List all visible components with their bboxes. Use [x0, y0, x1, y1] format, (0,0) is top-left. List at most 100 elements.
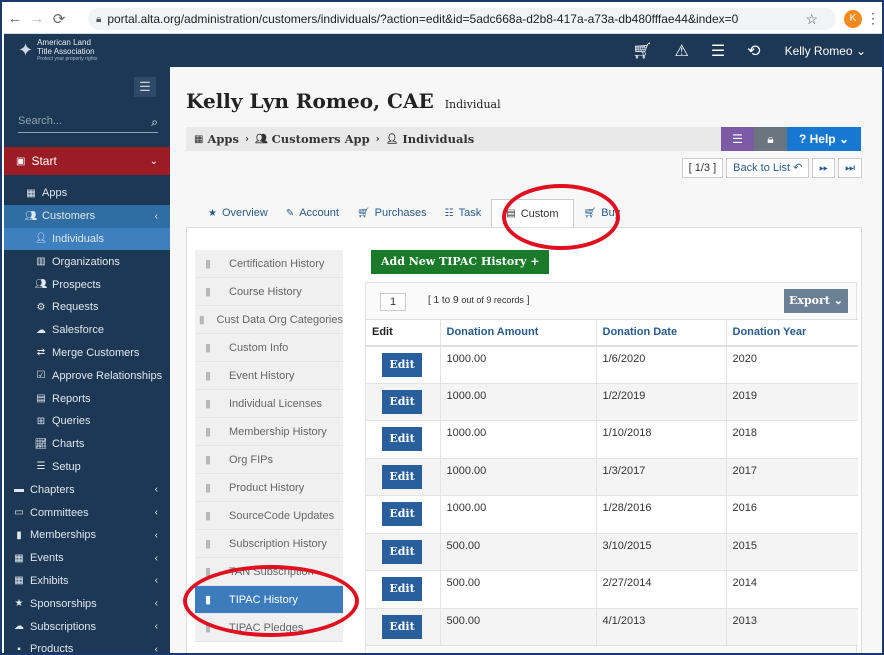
custom-item-tipac-history[interactable]: ▮ TIPAC History [195, 586, 343, 614]
edit-button[interactable]: Edit [382, 389, 422, 414]
search-input[interactable] [18, 115, 136, 127]
history-icon[interactable]: ⟲ [747, 41, 760, 61]
book-icon: ▬ [14, 484, 24, 496]
tab-purchases[interactable]: 🛒︎ Purchases [349, 199, 435, 227]
grid-icon: ▦ [14, 575, 24, 587]
reload-icon[interactable]: ⟳ [48, 10, 70, 28]
tab-overview[interactable]: ★ Overview [200, 199, 276, 227]
breadcrumb-customers-app[interactable]: Customers App [272, 132, 370, 146]
sidebar-item-apps[interactable]: ▦ Apps [4, 182, 170, 205]
sidebar-item-subscriptions[interactable]: ☁︎ Subscriptions ‹ [4, 615, 170, 638]
custom-item-tipac-pledges[interactable]: ▮ TIPAC Pledges [195, 614, 343, 642]
column-donation-amount[interactable]: Donation Amount [439, 319, 596, 347]
lock-button[interactable]: 🔒︎ [754, 127, 787, 151]
help-button[interactable]: ? Help ⌄ [787, 127, 861, 151]
table-body: Edit 1000.00 1/6/2020 2020 Edit 1000.00 1/2/20… [366, 345, 858, 646]
tasks-icon[interactable]: ☰ [711, 41, 725, 61]
donation-date-cell: 1/6/2020 [595, 345, 726, 384]
add-tipac-history-button[interactable]: Add New TIPAC History + [371, 250, 550, 274]
sidebar-item-setup[interactable]: ☰ Setup [4, 456, 170, 479]
sidebar-item-chapters[interactable]: ▬ Chapters ‹ [4, 478, 170, 501]
warning-icon[interactable]: ⚠︎ [674, 41, 688, 61]
sidebar-item-sponsorships[interactable]: ★ Sponsorships ‹ [4, 592, 170, 615]
main-content: Kelly Lyn Romeo, CAE Individual ▦ Apps ›… [170, 67, 882, 653]
custom-item-sourcecode-updates[interactable]: ▮ SourceCode Updates [195, 502, 343, 530]
back-to-list-button[interactable]: Back to List ↶ [726, 158, 810, 178]
column-donation-year[interactable]: Donation Year [725, 319, 858, 347]
box-icon: ▪ [17, 643, 21, 655]
export-button[interactable]: Export ⌄ [784, 289, 848, 313]
column-donation-date[interactable]: Donation Date [595, 319, 726, 347]
tab-buy[interactable]: 🛒︎ Buy [576, 199, 629, 227]
building-icon: ▥ [36, 256, 46, 268]
profile-avatar[interactable]: K [844, 10, 862, 28]
sidebar-item-merge-customers[interactable]: ⇄ Merge Customers [4, 342, 170, 365]
forward-arrow-icon[interactable]: → [26, 10, 48, 27]
user-menu[interactable]: Kelly Romeo ⌄ [785, 44, 866, 58]
sidebar-toggle-icon[interactable]: ☰ [134, 77, 156, 97]
sidebar-item-individuals[interactable]: 👤︎ Individuals [4, 227, 170, 251]
sidebar-item-memberships[interactable]: ▮ Memberships ‹ [4, 524, 170, 547]
bookmark-star-icon[interactable]: ☆ [805, 8, 818, 30]
custom-item-cust-data-org-categories[interactable]: ▮ Cust Data Org Categories [195, 306, 343, 334]
edit-button[interactable]: Edit [382, 502, 422, 526]
sidebar-item-exhibits[interactable]: ▦ Exhibits ‹ [4, 570, 170, 593]
start-menu-header[interactable]: ▣ Start ⌄ [4, 147, 170, 175]
alta-logo[interactable]: ✦ American Land Title Association Protec… [18, 38, 97, 62]
sidebar-item-label: Committees [30, 506, 89, 519]
edit-button[interactable]: Edit [382, 427, 422, 451]
tab-custom[interactable]: ▤ Custom [491, 199, 574, 227]
sidebar-item-committees[interactable]: ▭ Committees ‹ [4, 501, 170, 524]
custom-item-subscription-history[interactable]: ▮ Subscription History [195, 530, 343, 558]
list-menu-button[interactable]: ☰ [721, 127, 754, 151]
sidebar-item-customers[interactable]: 👥︎ Customers ‹ [4, 204, 170, 228]
sidebar-item-charts[interactable]: 📈︎ Charts [4, 433, 170, 456]
sidebar-item-organizations[interactable]: ▥ Organizations [4, 250, 170, 273]
address-bar[interactable]: 🔒︎ portal.alta.org/administration/custom… [88, 8, 836, 30]
sidebar-item-approve-relationships[interactable]: ☑︎ Approve Relationships [4, 364, 170, 387]
page-number-input[interactable]: 1 [380, 293, 406, 311]
back-arrow-icon[interactable]: ← [4, 10, 26, 27]
custom-item-event-history[interactable]: ▮ Event History [195, 362, 343, 390]
custom-item-tan-subscription[interactable]: ▮ TAN Subscription [195, 558, 343, 586]
table-row: Edit 1000.00 1/6/2020 2020 [366, 345, 858, 384]
edit-button[interactable]: Edit [382, 614, 422, 639]
edit-button[interactable]: Edit [382, 352, 422, 377]
custom-item-product-history[interactable]: ▮ Product History [195, 474, 343, 502]
record-count: [ 1/3 ] [681, 158, 724, 178]
tab-task[interactable]: ☷ Task [437, 199, 490, 227]
tab-account[interactable]: ✎ Account [278, 199, 347, 227]
edit-button[interactable]: Edit [382, 464, 422, 489]
browser-menu-icon[interactable]: ⋮ [866, 10, 880, 27]
sidebar-item-queries[interactable]: ⊞ Queries [4, 410, 170, 433]
undo-icon: ↶ [793, 162, 803, 174]
custom-item-custom-info[interactable]: ▮ Custom Info [195, 334, 343, 362]
search-icon[interactable]: ⌕ [151, 115, 158, 130]
tab-label: Custom [520, 207, 559, 220]
custom-item-certification-history[interactable]: ▮ Certification History [195, 250, 343, 278]
sidebar-item-products[interactable]: ▪ Products ‹ [4, 638, 170, 655]
custom-item-individual-licenses[interactable]: ▮ Individual Licenses [195, 390, 343, 418]
range-start: [ 1 to 9 [428, 295, 459, 306]
donation-year-cell: 2020 [725, 345, 858, 384]
breadcrumb-individuals[interactable]: Individuals [402, 132, 474, 146]
last-record-button[interactable]: ⏭︎ [838, 158, 862, 178]
sidebar-item-prospects[interactable]: 👥︎ Prospects [4, 273, 170, 296]
edit-button[interactable]: Edit [382, 577, 422, 601]
breadcrumb-apps[interactable]: Apps [207, 132, 238, 146]
breadcrumb: ▦ Apps › 👥︎ Customers App › 👤︎ Individua… [186, 127, 724, 151]
sidebar-item-requests[interactable]: ⚙︎ Requests [4, 296, 170, 319]
sidebar-item-events[interactable]: ▦ Events ‹ [4, 547, 170, 570]
users-icon: 👥︎ [24, 210, 38, 222]
edit-button[interactable]: Edit [382, 539, 422, 564]
custom-item-course-history[interactable]: ▮ Course History [195, 278, 343, 306]
cart-icon[interactable]: 🛒︎ [632, 41, 652, 61]
sidebar-item-reports[interactable]: ▤ Reports [4, 387, 170, 410]
sidebar-item-salesforce[interactable]: ☁︎ Salesforce [4, 319, 170, 342]
custom-item-org-fips[interactable]: ▮ Org FIPs [195, 446, 343, 474]
sidebar-item-label: Merge Customers [52, 346, 140, 359]
custom-item-membership-history[interactable]: ▮ Membership History [195, 418, 343, 446]
next-record-button[interactable]: ⏩︎ [812, 158, 836, 178]
custom-item-label: Course History [229, 285, 302, 298]
report-icon: ▤ [36, 393, 46, 405]
